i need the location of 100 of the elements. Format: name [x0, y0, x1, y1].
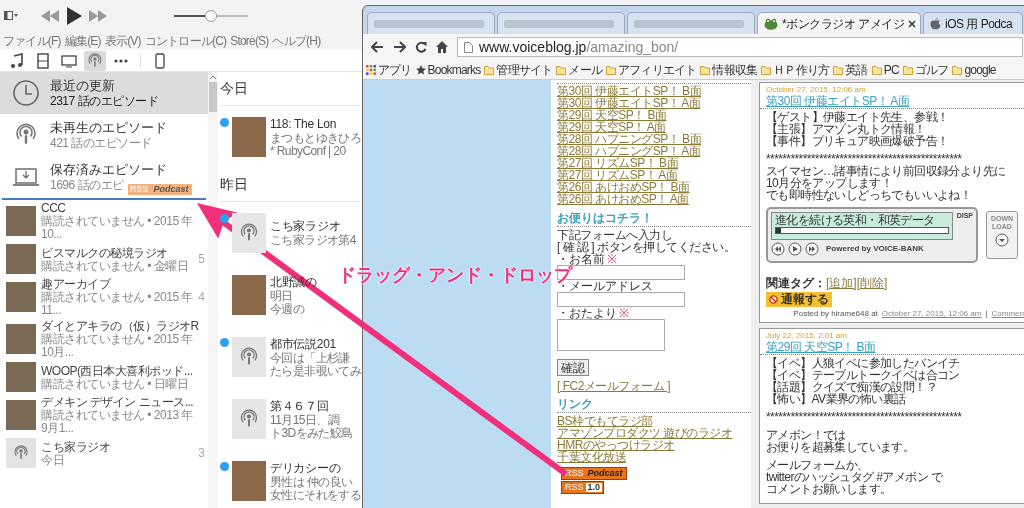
browser-tab[interactable]: iOS 用 Podca [923, 12, 1023, 34]
blog-link[interactable]: HMRのやっつけラジオ [557, 439, 675, 451]
entry-link[interactable]: 第26回 あけおめSP！ A面 [557, 193, 689, 205]
episode-item[interactable]: こち家ラジオ こち家ラジオ第4 [220, 202, 356, 264]
podcast-item[interactable]: CCC 購読されていません • 2015 年 10... [0, 200, 196, 242]
folder-icon[interactable] [952, 64, 963, 75]
volume-slider[interactable] [174, 9, 248, 23]
podcast-status: 購読されていません • 2013 年 9月1... [41, 409, 193, 435]
episode-item[interactable]: 118: The Lon まつもとゆきひろ * RubyConf | 20 [220, 106, 362, 168]
library-item[interactable]: 未再生のエピソード 421 話のエピソード [0, 114, 208, 156]
episode-count: 4 [198, 289, 205, 306]
library-item[interactable]: 保存済みエピソード 1696 話のエピ RSS Podcast [0, 156, 208, 198]
entry-link[interactable]: 第30回 伊藤エイトSP！ A面 [557, 97, 701, 109]
menu-item[interactable]: コントロール(C) [144, 34, 227, 48]
podcast-title: こち家ラジオ [41, 439, 110, 454]
confirm-button[interactable]: 確認 [557, 359, 589, 376]
podcast-item[interactable]: デメキン デザイン ニュース... 購読されていません • 2013 年 9月1... [0, 394, 196, 436]
star-icon[interactable] [415, 64, 426, 75]
entry-link[interactable]: 第29回 天空SP！ B面 [557, 109, 667, 121]
podcast-title: デメキン デザイン ニュース... [41, 395, 194, 409]
reload-icon[interactable] [415, 41, 427, 53]
bookmark-link[interactable]: google [964, 62, 996, 77]
scrollbar-thumb[interactable] [209, 82, 217, 112]
play-icon[interactable] [788, 242, 802, 256]
address-bar[interactable]: www.voiceblog.jp/amazing_bon/ [457, 37, 1023, 57]
menu-item[interactable]: 表示(V) [104, 34, 141, 48]
blog-link[interactable]: 千葉文化放送 [557, 451, 626, 463]
episode-count: 421 話のエピソード [50, 136, 152, 150]
menu-item[interactable]: ファイル(F) [3, 34, 61, 48]
tag-links[interactable]: [追加][削除] [826, 277, 888, 290]
episode-item[interactable]: 都市伝説201 今回は「上杉謙 たら是非覗いてみ [220, 326, 362, 388]
play-icon[interactable] [66, 7, 82, 25]
bookmark-link[interactable]: 情報収集 [712, 62, 758, 77]
folder-icon[interactable] [761, 64, 772, 75]
feed-badge[interactable]: RSS 1.0 [561, 481, 605, 494]
mail-form-link[interactable]: [ FC2メールフォーム ] [557, 380, 670, 392]
comments-link[interactable]: Commen [991, 309, 1024, 319]
episode-description: こち家ラジオ第4 [270, 234, 356, 247]
entry-link[interactable]: 第28回 ハプニングSP！ B面 [557, 133, 702, 145]
menu-item[interactable]: 編集(E) [64, 34, 101, 48]
library-item[interactable]: 最近の更新 2317 話のエピソード [0, 72, 208, 114]
episode-item[interactable]: 第４６７回 11月15日、調 ト3Dをみた鮫島 [220, 388, 353, 450]
entry-link[interactable]: 第29回 天空SP！ A面 [557, 121, 666, 133]
entry-link[interactable]: 第28回 ハプニングSP！ A面 [557, 145, 701, 157]
menu-item[interactable]: Store(S) [230, 34, 269, 48]
entry-link[interactable]: 第26回 あけおめSP！ B面 [557, 181, 690, 193]
entry-link[interactable]: 第27回 リズムSP！ A面 [557, 169, 678, 181]
bookmark-link[interactable]: Bookmarks [427, 62, 481, 77]
folder-icon[interactable] [871, 64, 882, 75]
post-text: コメントお願いします。 [766, 483, 892, 495]
folder-icon[interactable] [556, 64, 567, 75]
bookmark-link[interactable]: アフィリエイト [618, 62, 697, 77]
blog-link[interactable]: BS枠でもてラジ部 [557, 415, 653, 427]
text-input[interactable] [557, 292, 685, 307]
podcast-status: 購読されていません • 2015 年 10... [41, 215, 193, 241]
post-text: twitterのハッシュタグ #アメボン で [766, 471, 943, 483]
bookmark-link[interactable]: ＨＰ作り方 [773, 62, 830, 77]
view-menu-icon[interactable] [4, 11, 18, 21]
bookmark-link[interactable]: ゴルフ [914, 62, 949, 77]
bookmark-link[interactable]: メール [568, 62, 603, 77]
podcast-icon [239, 409, 259, 429]
menu-item[interactable]: ヘルプ(H) [272, 34, 321, 48]
podcast-item[interactable]: 趣アーカイブ 購読されていません • 2015 年 11... 4 [0, 276, 208, 318]
forward-arrow-icon[interactable] [393, 41, 406, 53]
folder-icon[interactable] [484, 64, 495, 75]
podcast-icon [239, 347, 259, 367]
post-date-link[interactable]: October 27, 2015, 12:06 am [881, 309, 982, 319]
post-text: でも即時性ないしどっちでもいいよね！ [766, 189, 972, 201]
folder-icon[interactable] [700, 64, 711, 75]
apps-grid-icon[interactable] [366, 64, 376, 75]
back-arrow-icon[interactable] [371, 41, 384, 53]
frog-icon [764, 17, 778, 30]
podcast-icon [13, 445, 29, 461]
rewind-icon[interactable] [771, 242, 785, 256]
textarea-input[interactable] [557, 319, 665, 351]
next-icon[interactable] [88, 10, 108, 22]
episode-count: 5 [198, 251, 205, 268]
previous-icon[interactable] [40, 10, 60, 22]
bookmark-link[interactable]: 英語 [845, 62, 868, 77]
podcast-item[interactable]: WOOP(西日本大喜利ポッド... 購読されていません • 日曜日 [0, 360, 196, 394]
home-icon[interactable] [436, 41, 448, 53]
entry-link[interactable]: 第30回 伊藤エイトSP！ B面 [557, 85, 702, 97]
artwork-placeholder [6, 206, 36, 236]
episode-description: ト3Dをみた鮫島 [270, 426, 353, 440]
folder-icon[interactable] [606, 64, 617, 75]
podcast-icon [87, 52, 103, 69]
browser-tab[interactable]: *ボンクラジオ アメイジ [757, 12, 921, 34]
scroll-up-icon[interactable] [209, 74, 217, 80]
folder-icon[interactable] [833, 64, 844, 75]
post-text: お便りを超募集しています。 [766, 441, 915, 453]
entry-link[interactable]: 第27回 リズムSP！ B面 [557, 157, 679, 169]
blog-link[interactable]: アマゾンプロダクツ 遊びのラジオ [557, 427, 733, 439]
close-icon[interactable] [908, 19, 916, 28]
bookmark-link[interactable]: アプリ [378, 62, 412, 77]
folder-icon[interactable] [902, 64, 913, 75]
episode-item[interactable]: デリカシーの 男性は 仲の良い 女性にそれをする [220, 450, 362, 508]
podcast-item[interactable]: こち家ラジオ 今日 3 [0, 436, 208, 470]
fast-forward-icon[interactable] [805, 242, 819, 256]
bookmark-link[interactable]: PC [883, 62, 899, 77]
bookmark-link[interactable]: 管理サイト [496, 62, 553, 77]
